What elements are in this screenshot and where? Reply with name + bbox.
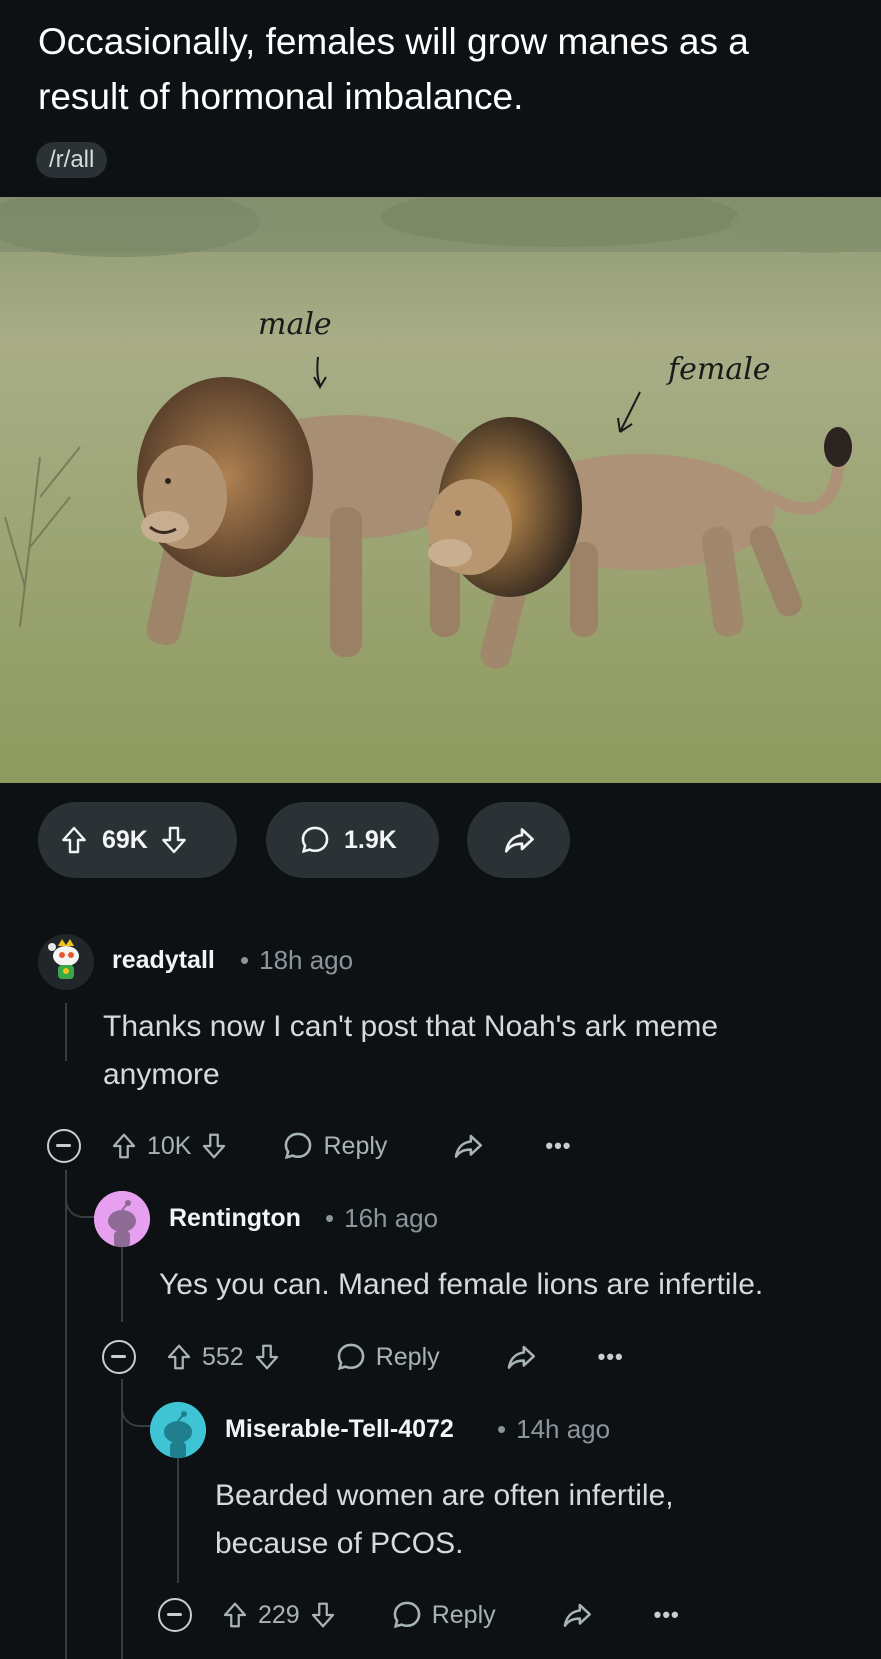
thread-line-level1-continued[interactable] <box>65 1170 67 1659</box>
reply-label: Reply <box>375 1342 440 1371</box>
thread-branch-miserable <box>121 1379 151 1427</box>
downvote-icon[interactable] <box>252 1342 282 1372</box>
post-title[interactable]: Occasionally, females will grow manes as… <box>38 14 838 124</box>
reply-button[interactable]: Reply <box>334 1340 448 1374</box>
comment-username[interactable]: readytall <box>112 946 215 975</box>
comment-vote-count: 552 <box>202 1342 244 1371</box>
comment-vote-count: 10K <box>147 1131 192 1160</box>
snoo-avatar-icon <box>38 934 94 990</box>
thread-line-level2[interactable] <box>121 1247 123 1322</box>
post-comment-count: 1.9K <box>344 825 397 854</box>
avatar[interactable] <box>94 1191 150 1247</box>
comment-actions: 10K Reply ••• <box>47 1124 647 1168</box>
meta-separator: • <box>325 1203 335 1233</box>
subreddit-chip[interactable]: /r/all <box>36 142 108 178</box>
share-icon <box>507 1345 535 1369</box>
downvote-icon[interactable] <box>158 824 190 856</box>
post-vote-pill: 69K <box>38 802 237 878</box>
share-button[interactable] <box>504 1340 538 1374</box>
more-options-button[interactable]: ••• <box>545 1133 571 1159</box>
post-share-button[interactable] <box>467 802 570 878</box>
comment-meta: • 18h ago <box>240 945 353 976</box>
more-options-button[interactable]: ••• <box>654 1602 680 1628</box>
comment-body: Thanks now I can't post that Noah's ark … <box>103 1010 719 1091</box>
collapse-thread-button[interactable] <box>158 1598 192 1632</box>
comment-meta: • 14h ago <box>497 1414 610 1445</box>
upvote-icon[interactable] <box>109 1131 139 1161</box>
post-vote-count: 69K <box>102 825 148 854</box>
comment-vote-group: 10K <box>109 1131 229 1161</box>
thread-line-level2-continued[interactable] <box>121 1379 123 1659</box>
thread-branch-rentington <box>65 1170 95 1218</box>
collapse-thread-button[interactable] <box>102 1340 136 1374</box>
post-comments-button[interactable]: 1.9K <box>266 802 439 878</box>
comment-body: Bearded women are often infertile, becau… <box>215 1479 674 1560</box>
comment-bubble-icon <box>285 1132 312 1160</box>
comment-bubble-icon <box>337 1343 365 1371</box>
share-icon <box>504 828 534 853</box>
comment-vote-group: 552 <box>164 1342 282 1372</box>
share-icon <box>563 1603 591 1627</box>
thread-line-level3[interactable] <box>177 1458 179 1583</box>
collapse-thread-button[interactable] <box>47 1129 81 1163</box>
meta-separator: • <box>497 1414 507 1444</box>
more-options-button[interactable]: ••• <box>598 1344 624 1370</box>
comment-timestamp: 16h ago <box>344 1203 439 1233</box>
comment-bubble-icon <box>393 1601 421 1629</box>
share-button[interactable] <box>560 1598 594 1632</box>
reply-label: Reply <box>431 1600 496 1629</box>
snoo-avatar-icon <box>150 1402 206 1458</box>
comment-vote-group: 229 <box>220 1600 338 1630</box>
meta-separator: • <box>240 945 250 975</box>
thread-line-level1[interactable] <box>65 1003 67 1061</box>
downvote-icon[interactable] <box>308 1600 338 1630</box>
upvote-icon[interactable] <box>164 1342 194 1372</box>
avatar[interactable] <box>150 1402 206 1458</box>
reply-label: Reply <box>323 1131 388 1160</box>
comment-body: Yes you can. Maned female lions are infe… <box>159 1268 764 1301</box>
share-icon <box>455 1134 483 1158</box>
female-annotation: female <box>666 352 771 387</box>
upvote-icon[interactable] <box>58 824 90 856</box>
male-annotation: male <box>258 307 332 342</box>
comment-timestamp: 14h ago <box>516 1414 611 1444</box>
reply-button[interactable]: Reply <box>281 1129 395 1163</box>
comment-meta: • 16h ago <box>325 1203 438 1234</box>
snoo-avatar-icon <box>94 1191 150 1247</box>
reply-button[interactable]: Reply <box>390 1598 504 1632</box>
comment-vote-count: 229 <box>258 1600 300 1629</box>
share-button[interactable] <box>451 1129 485 1163</box>
comment-timestamp: 18h ago <box>259 945 354 975</box>
comment-username[interactable]: Rentington <box>169 1204 301 1233</box>
avatar[interactable] <box>38 934 94 990</box>
lions-photo: male female <box>0 197 881 783</box>
post-image[interactable]: male female <box>0 197 881 783</box>
comment-username[interactable]: Miserable-Tell-4072 <box>225 1415 454 1444</box>
comment-actions: 229 Reply ••• <box>158 1593 758 1637</box>
upvote-icon[interactable] <box>220 1600 250 1630</box>
comment-bubble-icon <box>301 826 329 854</box>
downvote-icon[interactable] <box>199 1131 229 1161</box>
comment-actions: 552 Reply ••• <box>102 1335 702 1379</box>
